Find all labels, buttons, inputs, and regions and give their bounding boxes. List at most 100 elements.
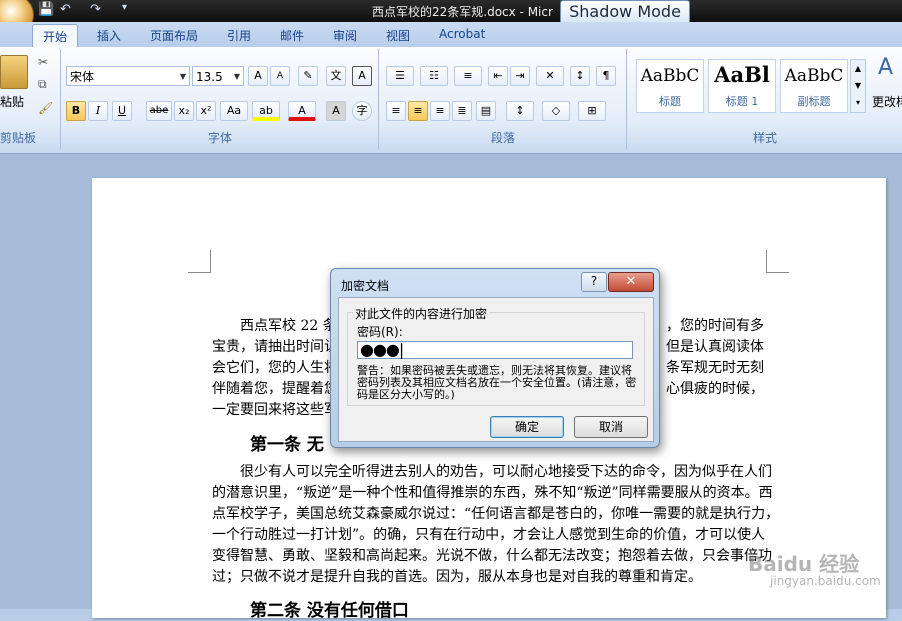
- shadow-mode-badge: Shadow Mode: [560, 0, 690, 24]
- style-name: 标题 1: [725, 95, 759, 108]
- grow-font-icon[interactable]: A: [248, 66, 268, 86]
- customize-toolbar-icon[interactable]: ▾: [122, 2, 127, 13]
- tab-mailings[interactable]: 邮件: [280, 27, 304, 44]
- superscript-button[interactable]: x²: [196, 101, 216, 121]
- para1-line2: 宝贵，请抽出时间认: [212, 339, 338, 355]
- enclose-char-icon[interactable]: 字: [352, 101, 372, 121]
- chinese-layout-icon[interactable]: ✕: [536, 66, 564, 86]
- style-sample: AaBbC: [784, 66, 844, 86]
- copy-icon[interactable]: ⧉: [38, 77, 47, 92]
- para2-line6: 过；只做不说才是提升自我的首选。因为，服从本身也是对自我的尊重和肯定。: [212, 569, 702, 585]
- change-case-button[interactable]: Aa: [220, 101, 248, 121]
- justify-icon[interactable]: ≣: [452, 101, 472, 121]
- tab-review[interactable]: 审阅: [333, 27, 357, 44]
- window-title: 西点军校的22条军规.docx - Micr: [372, 5, 553, 19]
- phonetic-guide-icon[interactable]: 文: [326, 66, 346, 86]
- password-label: 密码(R):: [357, 325, 403, 339]
- format-painter-icon[interactable]: 🖌: [38, 101, 53, 115]
- tab-acrobat[interactable]: Acrobat: [439, 27, 485, 41]
- para1-line5: 一定要回来将这些军: [212, 402, 338, 418]
- baidu-watermark: Baidu 经验: [748, 552, 860, 576]
- warning-text: 警告：如果密码被丢失或遗忘，则无法将其恢复。建议将密码列表及其相应文档名放在一个…: [357, 364, 637, 401]
- change-styles-icon[interactable]: A: [878, 55, 893, 80]
- numbering-icon[interactable]: ☷: [420, 66, 448, 86]
- tab-insert[interactable]: 插入: [97, 27, 121, 44]
- undo-icon[interactable]: ↶: [60, 2, 71, 17]
- help-button[interactable]: ?: [581, 272, 607, 292]
- style-heading1[interactable]: AaBl 标题 1: [708, 59, 776, 113]
- para2-line5: 变得智慧、勇敢、坚毅和高尚起来。光说不做，什么都无法改变；抱怨着去做，只会事倍功: [212, 548, 772, 564]
- style-subtitle[interactable]: AaBbC 副标题: [780, 59, 848, 113]
- line-spacing-icon[interactable]: ↕: [506, 101, 534, 121]
- chevron-down-icon: ▼: [233, 72, 240, 81]
- char-shading-icon[interactable]: A: [326, 101, 346, 121]
- highlight-icon[interactable]: ab: [252, 101, 280, 121]
- para1-line1: 西点军校 22 条: [240, 318, 337, 334]
- font-name-value: 宋体: [70, 70, 95, 84]
- font-size-combo[interactable]: 13.5 ▼: [192, 66, 244, 86]
- paste-button[interactable]: 粘贴: [0, 93, 24, 110]
- multilevel-list-icon[interactable]: ≡: [454, 66, 482, 86]
- cancel-button[interactable]: 取消: [574, 416, 648, 438]
- font-color-icon[interactable]: A: [288, 101, 316, 121]
- clear-format-icon[interactable]: ✎: [298, 66, 318, 86]
- strikethrough-button[interactable]: abe: [146, 101, 172, 121]
- style-name: 副标题: [797, 95, 831, 108]
- cut-icon[interactable]: ✂: [38, 55, 48, 69]
- align-left-icon[interactable]: ≡: [386, 101, 406, 121]
- heading1: 第一条 无: [250, 435, 324, 455]
- increase-indent-icon[interactable]: ⇥: [510, 66, 530, 86]
- bold-button[interactable]: B: [66, 101, 86, 121]
- bullets-icon[interactable]: ☰: [386, 66, 414, 86]
- para1-line3: 会它们，您的人生将: [212, 360, 338, 376]
- tab-page-layout[interactable]: 页面布局: [150, 27, 198, 44]
- font-size-value: 13.5: [196, 70, 223, 84]
- encrypt-document-dialog: 加密文档 ? ✕ 对此文件的内容进行加密 密码(R): ●●●| 警告：如果密码…: [330, 268, 660, 448]
- paste-icon[interactable]: [0, 55, 28, 89]
- password-input[interactable]: ●●●|: [357, 341, 633, 359]
- distributed-icon[interactable]: ▤: [476, 101, 496, 121]
- styles-scroll[interactable]: ▲ ▼ ▾: [850, 59, 866, 113]
- chevron-down-icon: ▼: [179, 72, 186, 81]
- change-styles-button[interactable]: 更改样: [872, 93, 902, 110]
- para2-line4: 一个行动胜过一打计划”。的确，只有在行动中，才会让人感觉到生命的价值，才可以使人: [212, 527, 766, 543]
- tab-view[interactable]: 视图: [386, 27, 410, 44]
- para2-line3: 点军校学子，美国总统艾森豪威尔说过：“任何语言都是苍白的，你唯一需要的就是执行力…: [212, 506, 780, 522]
- close-button[interactable]: ✕: [608, 272, 654, 292]
- font-name-combo[interactable]: 宋体 ▼: [66, 66, 190, 86]
- redo-icon[interactable]: ↷: [90, 2, 101, 17]
- style-sample: AaBbC: [640, 66, 700, 86]
- decrease-indent-icon[interactable]: ⇤: [488, 66, 508, 86]
- title-bar: 💾 ↶ ↷ ▾ 西点军校的22条军规.docx - Micr Shadow Mo…: [0, 0, 902, 36]
- shading-icon[interactable]: ◇: [542, 101, 570, 121]
- para1-line4: 伴随着您，提醒着您: [212, 381, 338, 397]
- italic-button[interactable]: I: [88, 101, 108, 121]
- style-title[interactable]: AaBbC 标题: [636, 59, 704, 113]
- align-right-icon[interactable]: ≡: [430, 101, 450, 121]
- underline-button[interactable]: U: [112, 101, 132, 121]
- ribbon-tabs: 开始 插入 页面布局 引用 邮件 审阅 视图 Acrobat: [0, 22, 902, 48]
- encrypt-groupbox: 对此文件的内容进行加密 密码(R): ●●●| 警告：如果密码被丢失或遗忘，则无…: [347, 305, 645, 406]
- save-icon[interactable]: 💾: [38, 2, 54, 17]
- para2-line1: 很少有人可以完全听得进去别人的劝告，可以耐心地接受下达的命令，因为似乎在人们: [240, 464, 772, 480]
- baidu-watermark-url: jingyan.baidu.com: [770, 574, 881, 588]
- para2-line2: 的潜意识里，“叛逆”是一种个性和值得推崇的东西，殊不知“叛逆”同样需要服从的资本…: [212, 485, 773, 501]
- tab-home[interactable]: 开始: [32, 24, 79, 48]
- dialog-body: 对此文件的内容进行加密 密码(R): ●●●| 警告：如果密码被丢失或遗忘，则无…: [338, 297, 654, 442]
- shrink-font-icon[interactable]: A: [270, 66, 290, 86]
- borders-icon[interactable]: ⊞: [578, 101, 606, 121]
- style-name: 标题: [659, 95, 681, 108]
- groupbox-legend: 对此文件的内容进行加密: [353, 305, 490, 322]
- clipboard-group: 粘贴 ✂ ⧉ 🖌 剪贴板: [0, 49, 61, 149]
- tab-references[interactable]: 引用: [227, 27, 251, 44]
- para1-right1: ，您的时间有多: [666, 318, 764, 334]
- sort-icon[interactable]: ↕: [570, 66, 590, 86]
- paragraph-group-label: 段落: [490, 131, 515, 145]
- ok-button[interactable]: 确定: [490, 416, 564, 438]
- char-border-icon[interactable]: A: [352, 66, 372, 86]
- align-center-icon[interactable]: ≡: [408, 101, 428, 121]
- para1-right2: 但是认真阅读体: [666, 339, 764, 355]
- show-marks-icon[interactable]: ¶: [596, 66, 616, 86]
- subscript-button[interactable]: x₂: [174, 101, 194, 121]
- font-group: 宋体 ▼ 13.5 ▼ A A ✎ 文 A B I U abe x₂ x² Aa a…: [62, 49, 379, 149]
